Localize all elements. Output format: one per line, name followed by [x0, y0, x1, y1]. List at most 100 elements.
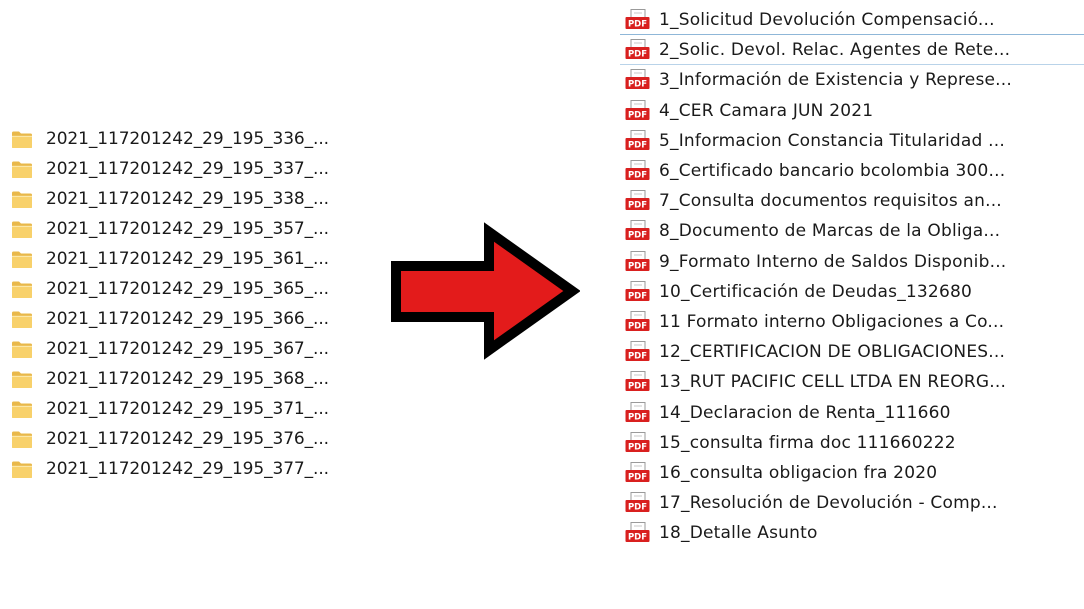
svg-text:PDF: PDF [628, 321, 647, 331]
svg-text:PDF: PDF [628, 49, 647, 59]
pdf-file-name: 16_consulta obligacion fra 2020 [659, 462, 938, 483]
folder-icon [12, 431, 32, 448]
pdf-file-name: 17_Resolución de Devolución - Comp... [659, 493, 998, 514]
pdf-file-icon: PDF [625, 280, 650, 301]
svg-text:PDF: PDF [628, 291, 647, 301]
pdf-file-item[interactable]: PDF 12_CERTIFICACION DE OBLIGACIONES... [620, 337, 1084, 367]
folder-icon [12, 311, 32, 328]
pdf-file-name: 4_CER Camara JUN 2021 [659, 100, 874, 121]
folder-name: 2021_117201242_29_195_366_... [46, 309, 329, 329]
pdf-file-item[interactable]: PDF 1_Solicitud Devolución Compensació... [620, 5, 1084, 36]
folder-name: 2021_117201242_29_195_371_... [46, 399, 329, 419]
pdf-file-icon: PDF [625, 492, 650, 513]
pdf-file-icon: PDF [625, 99, 650, 120]
folder-item[interactable]: 2021_117201242_29_195_377_... [8, 454, 368, 484]
svg-text:PDF: PDF [628, 352, 647, 362]
pdf-file-name: 6_Certificado bancario bcolombia 300... [659, 161, 1006, 182]
folder-item[interactable]: 2021_117201242_29_195_376_... [8, 424, 368, 454]
folder-icon [12, 341, 32, 358]
pdf-file-name: 5_Informacion Constancia Titularidad ... [659, 130, 1005, 151]
svg-text:PDF: PDF [628, 201, 647, 211]
right-arrow-icon [391, 222, 581, 360]
pdf-file-icon: PDF [625, 8, 650, 29]
pdf-file-name: 1_Solicitud Devolución Compensació... [659, 9, 995, 30]
folder-icon [12, 401, 32, 418]
pdf-file-icon: PDF [625, 461, 650, 482]
folder-icon [12, 371, 32, 388]
pdf-file-name: 14_Declaracion de Renta_111660 [659, 402, 951, 423]
pdf-file-name: 12_CERTIFICACION DE OBLIGACIONES... [659, 342, 1006, 363]
pdf-file-item[interactable]: PDF 17_Resolución de Devolución - Comp... [620, 488, 1084, 518]
svg-text:PDF: PDF [628, 110, 647, 120]
folder-item[interactable]: 2021_117201242_29_195_368_... [8, 364, 368, 394]
folder-name: 2021_117201242_29_195_367_... [46, 339, 329, 359]
folder-icon [12, 281, 32, 298]
pdf-file-item[interactable]: PDF 10_Certificación de Deudas_132680 [620, 277, 1084, 307]
folder-icon [12, 131, 32, 148]
folder-icon [12, 251, 32, 268]
folder-item[interactable]: 2021_117201242_29_195_371_... [8, 394, 368, 424]
pdf-file-item[interactable]: PDF 16_consulta obligacion fra 2020 [620, 458, 1084, 488]
folder-item[interactable]: 2021_117201242_29_195_336_... [8, 124, 368, 154]
folder-name: 2021_117201242_29_195_365_... [46, 279, 329, 299]
folder-name: 2021_117201242_29_195_338_... [46, 189, 329, 209]
svg-text:PDF: PDF [628, 171, 647, 181]
pdf-file-item[interactable]: PDF 7_Consulta documentos requisitos an..… [620, 186, 1084, 216]
svg-text:PDF: PDF [628, 140, 647, 150]
pdf-file-name: 11 Formato interno Obligaciones a Co... [659, 311, 1005, 332]
pdf-file-name: 18_Detalle Asunto [659, 523, 818, 544]
folder-icon [12, 161, 32, 178]
folder-icon [12, 191, 32, 208]
pdf-file-item[interactable]: PDF 5_Informacion Constancia Titularidad … [620, 126, 1084, 156]
pdf-file-icon: PDF [625, 69, 650, 90]
folder-item[interactable]: 2021_117201242_29_195_338_... [8, 184, 368, 214]
folder-name: 2021_117201242_29_195_336_... [46, 129, 329, 149]
pdf-file-name: 8_Documento de Marcas de la Obliga... [659, 221, 1001, 242]
svg-text:PDF: PDF [628, 261, 647, 271]
pdf-file-icon: PDF [625, 190, 650, 211]
pdf-file-item[interactable]: PDF 13_RUT PACIFIC CELL LTDA EN REORG... [620, 367, 1084, 397]
pdf-file-list: PDF 1_Solicitud Devolución Compensació...… [620, 5, 1084, 548]
pdf-file-item[interactable]: PDF 9_Formato Interno de Saldos Disponib.… [620, 247, 1084, 277]
pdf-file-icon: PDF [625, 341, 650, 362]
pdf-file-icon: PDF [625, 250, 650, 271]
svg-text:PDF: PDF [628, 442, 647, 452]
svg-text:PDF: PDF [628, 503, 647, 513]
pdf-file-icon: PDF [625, 160, 650, 181]
folder-item[interactable]: 2021_117201242_29_195_367_... [8, 334, 368, 364]
pdf-file-name: 3_Información de Existencia y Represe... [659, 70, 1012, 91]
pdf-file-item[interactable]: PDF 4_CER Camara JUN 2021 [620, 96, 1084, 126]
pdf-file-item[interactable]: PDF 3_Información de Existencia y Represe… [620, 65, 1084, 95]
svg-text:PDF: PDF [628, 533, 647, 543]
pdf-file-item[interactable]: PDF 15_consulta firma doc 111660222 [620, 428, 1084, 458]
pdf-file-item[interactable]: PDF 11 Formato interno Obligaciones a Co.… [620, 307, 1084, 337]
folder-name: 2021_117201242_29_195_376_... [46, 429, 329, 449]
pdf-file-icon: PDF [625, 310, 650, 331]
pdf-file-icon: PDF [625, 401, 650, 422]
pdf-file-item[interactable]: PDF 18_Detalle Asunto [620, 518, 1084, 548]
pdf-file-name: 2_Solic. Devol. Relac. Agentes de Rete..… [659, 39, 1011, 60]
folder-item[interactable]: 2021_117201242_29_195_337_... [8, 154, 368, 184]
folder-item[interactable]: 2021_117201242_29_195_365_... [8, 274, 368, 304]
svg-text:PDF: PDF [628, 231, 647, 241]
svg-text:PDF: PDF [628, 472, 647, 482]
folder-item[interactable]: 2021_117201242_29_195_357_... [8, 214, 368, 244]
svg-text:PDF: PDF [628, 382, 647, 392]
svg-text:PDF: PDF [628, 412, 647, 422]
pdf-file-name: 10_Certificación de Deudas_132680 [659, 281, 972, 302]
folder-name: 2021_117201242_29_195_357_... [46, 219, 329, 239]
pdf-file-item[interactable]: PDF 8_Documento de Marcas de la Obliga... [620, 216, 1084, 246]
pdf-file-name: 9_Formato Interno de Saldos Disponib... [659, 251, 1007, 272]
pdf-file-name: 13_RUT PACIFIC CELL LTDA EN REORG... [659, 372, 1007, 393]
pdf-file-item[interactable]: PDF 14_Declaracion de Renta_111660 [620, 397, 1084, 427]
svg-text:PDF: PDF [628, 80, 647, 90]
folder-icon [12, 461, 32, 478]
folder-item[interactable]: 2021_117201242_29_195_366_... [8, 304, 368, 334]
svg-text:PDF: PDF [628, 19, 647, 29]
pdf-file-icon: PDF [625, 371, 650, 392]
pdf-file-item[interactable]: PDF 2_Solic. Devol. Relac. Agentes de Ret… [620, 35, 1084, 66]
pdf-file-icon: PDF [625, 129, 650, 150]
pdf-file-item[interactable]: PDF 6_Certificado bancario bcolombia 300.… [620, 156, 1084, 186]
pdf-file-icon: PDF [625, 38, 650, 59]
folder-item[interactable]: 2021_117201242_29_195_361_... [8, 244, 368, 274]
